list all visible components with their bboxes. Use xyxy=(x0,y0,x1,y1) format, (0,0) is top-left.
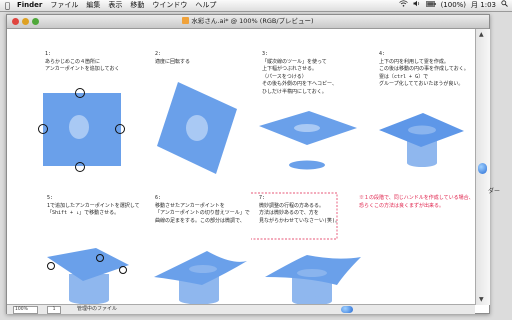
horizontal-scroll-thumb[interactable] xyxy=(341,306,353,313)
status-bar: 100% 1 管理中のファイル xyxy=(7,304,475,314)
menu-file[interactable]: ファイル xyxy=(50,0,78,11)
step1-line: 1: xyxy=(45,51,52,57)
window-title-text: 水彩さん.ai* @ 100% (RGB/プレビュー) xyxy=(191,17,314,25)
step3-line: その後も外側の円を下へコピー、 xyxy=(262,81,337,87)
menu-view[interactable]: 表示 xyxy=(108,0,122,11)
vertical-scrollbar[interactable]: ▲ ▼ xyxy=(475,29,490,305)
menu-bar:  Finder ファイル 編集 表示 移動 ウインドウ ヘルプ (100%) … xyxy=(0,0,512,12)
step3-line: 「縦次線のツール」を使って xyxy=(262,58,327,65)
step3-line: 3: xyxy=(262,51,269,57)
battery-icon[interactable] xyxy=(425,0,436,11)
step5-line: 5: xyxy=(47,195,54,201)
warning-note-line: 恐らくこの方法は良くまずが出来る。 xyxy=(359,202,445,209)
step5-line: 「Shift + ↓」で移動させる。 xyxy=(47,210,120,216)
step6-line: 曲線の足まをする。この部分は微調で、 xyxy=(155,217,245,224)
menu-go[interactable]: 移動 xyxy=(130,0,144,11)
window-titlebar[interactable]: 水彩さん.ai* @ 100% (RGB/プレビュー) xyxy=(7,15,489,29)
illustrator-file-icon xyxy=(182,17,190,24)
menu-help[interactable]: ヘルプ xyxy=(195,0,216,11)
scroll-down-arrow-icon[interactable]: ▼ xyxy=(479,296,484,303)
step1-line: アンカーポイントを追加しておく xyxy=(45,66,120,72)
step6-text: 6: 移動させたアンカーポイントを 「アンカーポイントの切り替えツール」で 曲線… xyxy=(155,195,250,225)
step6-shape xyxy=(154,251,247,305)
menu-window[interactable]: ウインドウ xyxy=(152,0,187,11)
status-text[interactable]: 管理中のファイル xyxy=(77,305,117,314)
step1-text: 1: あらかじめこの４箇所に アンカーポイントを追加しておく xyxy=(45,51,120,74)
step3-line: 上下幅がつぶれさせる。 xyxy=(262,66,318,72)
step4-line: この後は移動の円の事を作成しておく。 xyxy=(379,66,469,72)
apple-menu-icon[interactable]:  xyxy=(5,0,10,11)
step7-line: 微妙調整の行程の方あるる。 xyxy=(259,202,325,209)
step3-line: （パースをつける） xyxy=(262,73,307,80)
step2-line: 適度に回転する xyxy=(155,58,191,65)
artboard-canvas[interactable]: 1: あらかじめこの４箇所に アンカーポイントを追加しておく 2: 適度に回転す… xyxy=(7,29,475,305)
step4-line: 4: xyxy=(379,51,386,57)
step3-line: ひしだけ半楕円にしておく。 xyxy=(262,88,327,95)
step5-text: 5: 1で追加したアンカーポイントを選択して 「Shift + ↓」で移動させる… xyxy=(47,195,140,218)
zoom-field[interactable]: 100% xyxy=(13,306,38,314)
volume-icon[interactable] xyxy=(413,0,421,11)
step4-line: 霊は〔ctrl + G〕で xyxy=(379,73,429,80)
warning-note: ※１の段階で、同じハンドルを作成している場合、 恐らくこの方法は良くまずが出来る… xyxy=(359,195,474,210)
battery-percent: (100%) xyxy=(440,1,467,9)
window-title: 水彩さん.ai* @ 100% (RGB/プレビュー) xyxy=(7,15,489,28)
step7-text: 7: 微妙調整の行程の方あるる。 方法は微妙あるので、方を 見ながらかわせていな… xyxy=(259,195,340,225)
document-window: 水彩さん.ai* @ 100% (RGB/プレビュー) 1: あらかじめこの４箇… xyxy=(6,14,490,314)
menubar-clock[interactable]: 月 1:03 xyxy=(471,0,496,11)
page-number-field[interactable]: 1 xyxy=(47,306,61,314)
step7-line: 見ながらかわせていなさーい(笑)。 xyxy=(259,217,341,224)
warning-note-line: ※１の段階で、同じハンドルを作成している場合、 xyxy=(359,195,474,201)
step4-line: 上下の円を利用して霊を作成。 xyxy=(379,58,449,65)
step6-line: 6: xyxy=(155,195,162,201)
step4-line: グループ化してておいたほうが良い。 xyxy=(379,81,464,87)
wifi-icon[interactable] xyxy=(398,0,408,11)
step3-perspective-shape xyxy=(259,111,357,170)
step1-square-figure xyxy=(38,88,125,172)
menu-items: Finder ファイル 編集 表示 移動 ウインドウ ヘルプ xyxy=(17,0,216,11)
step4-text: 4: 上下の円を利用して霊を作成。 この後は移動の円の事を作成しておく。 霊は〔… xyxy=(379,51,469,89)
vertical-scroll-thumb[interactable] xyxy=(478,163,487,174)
step7-shape xyxy=(265,255,361,305)
menu-finder[interactable]: Finder xyxy=(17,0,42,11)
step5-shape xyxy=(47,248,129,305)
scroll-up-arrow-icon[interactable]: ▲ xyxy=(479,31,484,38)
menu-extras: (100%) 月 1:03 xyxy=(398,0,508,11)
desktop-label: ダー xyxy=(488,188,501,195)
step2-rotated-square xyxy=(157,82,237,174)
step2-text: 2: 適度に回転する xyxy=(155,51,190,66)
step1-line: あらかじめこの４箇所に xyxy=(45,58,101,65)
spotlight-icon[interactable] xyxy=(501,0,508,11)
step4-hat-shape xyxy=(379,113,464,167)
step6-line: 「アンカーポイントの切り替えツール」で xyxy=(155,210,250,216)
step7-line: 7: xyxy=(259,195,266,201)
step3-text: 3: 「縦次線のツール」を使って 上下幅がつぶれさせる。 （パースをつける） そ… xyxy=(262,51,337,96)
step7-line: 方法は微妙あるので、方を xyxy=(259,210,319,216)
menu-edit[interactable]: 編集 xyxy=(86,0,100,11)
step6-line: 移動させたアンカーポイントを xyxy=(155,202,225,209)
step5-line: 1で追加したアンカーポイントを選択して xyxy=(47,202,140,209)
step2-line: 2: xyxy=(155,51,162,57)
